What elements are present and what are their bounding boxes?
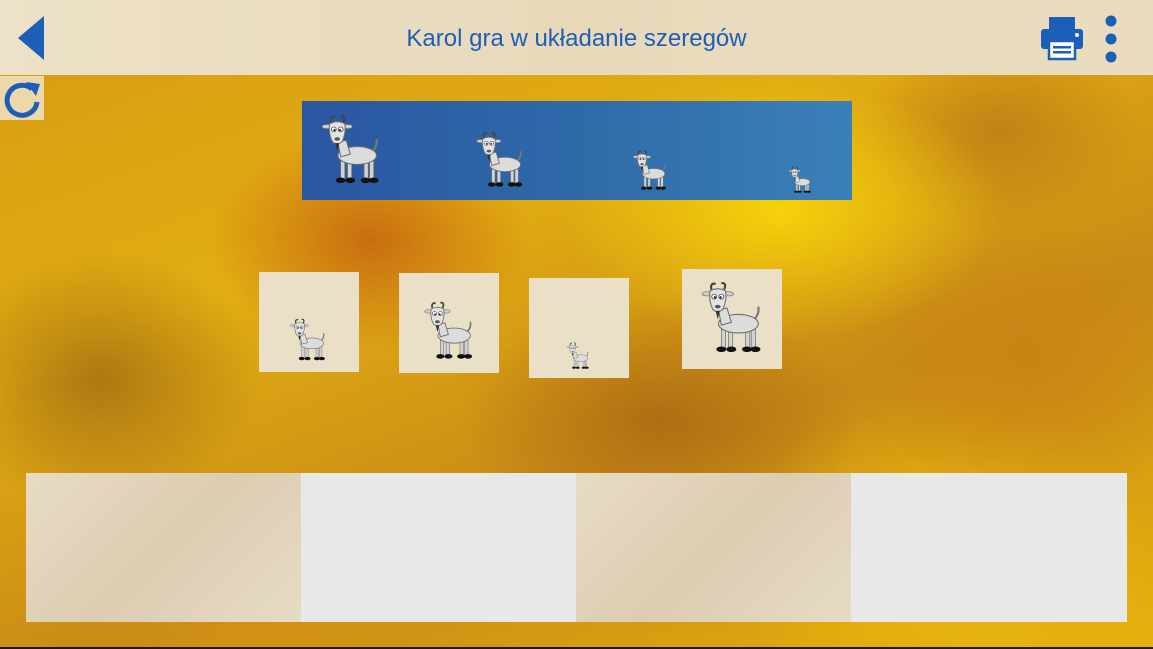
more-vertical-icon <box>1105 15 1117 63</box>
draggable-tile-goat-largest[interactable] <box>682 269 782 369</box>
app-screen: Karol gra w układanie szeregów <box>0 0 1153 647</box>
goat-icon <box>289 318 326 361</box>
overflow-menu-button[interactable] <box>1097 14 1125 64</box>
answer-slots <box>26 473 1127 622</box>
print-icon <box>1041 17 1083 61</box>
refresh-button[interactable] <box>0 76 44 120</box>
print-button[interactable] <box>1038 14 1086 62</box>
top-app-bar: Karol gra w układanie szeregów <box>0 0 1153 75</box>
goat-icon <box>423 301 473 360</box>
refresh-icon <box>4 82 40 118</box>
draggable-tile-goat-large[interactable] <box>399 273 499 373</box>
draggable-tile-goat-smallest[interactable] <box>529 278 629 378</box>
reference-order-strip <box>302 101 852 200</box>
goat-icon <box>701 282 762 354</box>
answer-slot-2[interactable] <box>301 473 576 622</box>
goat-icon <box>566 342 590 370</box>
page-title: Karol gra w układanie szeregów <box>406 25 747 52</box>
goat-icon <box>475 131 524 188</box>
answer-slot-4[interactable] <box>851 473 1127 622</box>
goat-icon <box>321 115 380 185</box>
draggable-tile-goat-small[interactable] <box>259 272 359 372</box>
answer-slot-3[interactable] <box>576 473 851 622</box>
goat-icon <box>788 166 812 194</box>
answer-slot-1[interactable] <box>26 473 301 622</box>
goat-icon <box>632 150 667 191</box>
